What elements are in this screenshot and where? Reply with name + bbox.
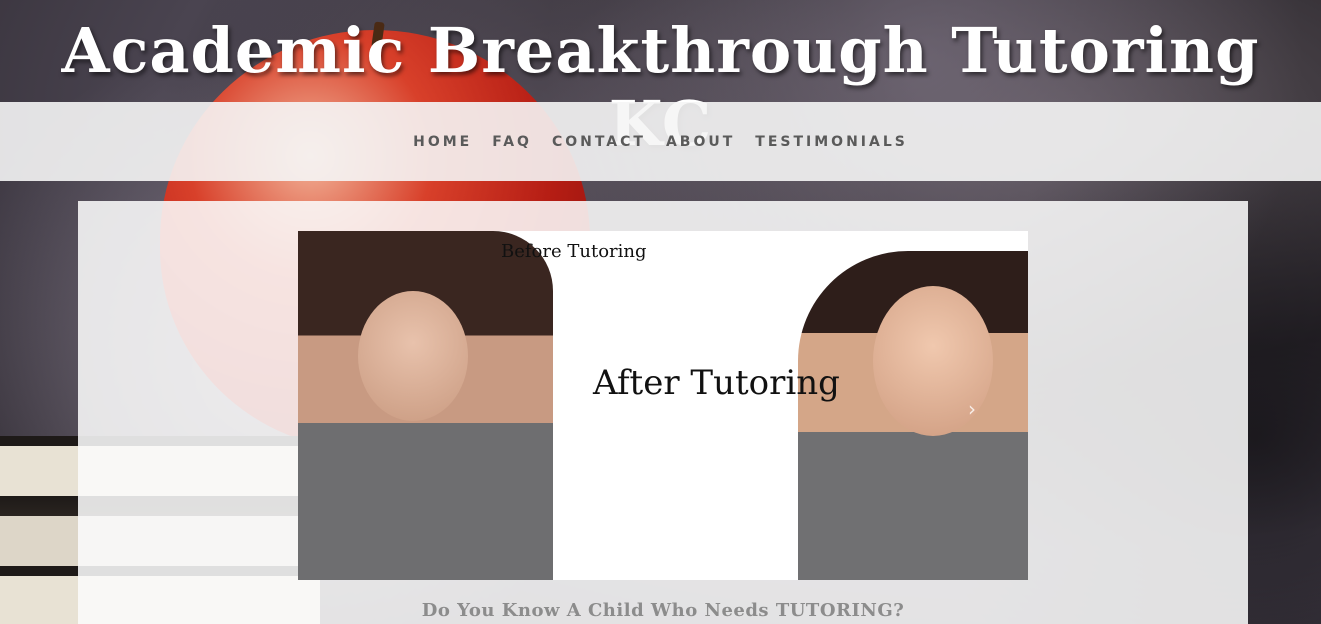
nav-contact-link[interactable]: CONTACT	[552, 134, 646, 150]
main-navigation: HOME FAQ CONTACT ABOUT TESTIMONIALS	[0, 102, 1321, 181]
content-panel: Before Tutoring After Tutoring › Do You …	[78, 201, 1248, 624]
caption-before-tutoring: Before Tutoring	[501, 241, 647, 262]
nav-home-link[interactable]: HOME	[413, 134, 472, 150]
chevron-right-icon[interactable]: ›	[968, 397, 976, 421]
before-student-face	[358, 291, 468, 421]
nav-about-link[interactable]: ABOUT	[666, 134, 735, 150]
caption-after-tutoring: After Tutoring	[593, 363, 840, 403]
nav-testimonials-link[interactable]: TESTIMONIALS	[755, 134, 908, 150]
nav-faq-link[interactable]: FAQ	[492, 134, 532, 150]
image-slider[interactable]: Before Tutoring After Tutoring ›	[298, 231, 1028, 580]
tagline-heading: Do You Know A Child Who Needs TUTORING?	[421, 600, 905, 621]
